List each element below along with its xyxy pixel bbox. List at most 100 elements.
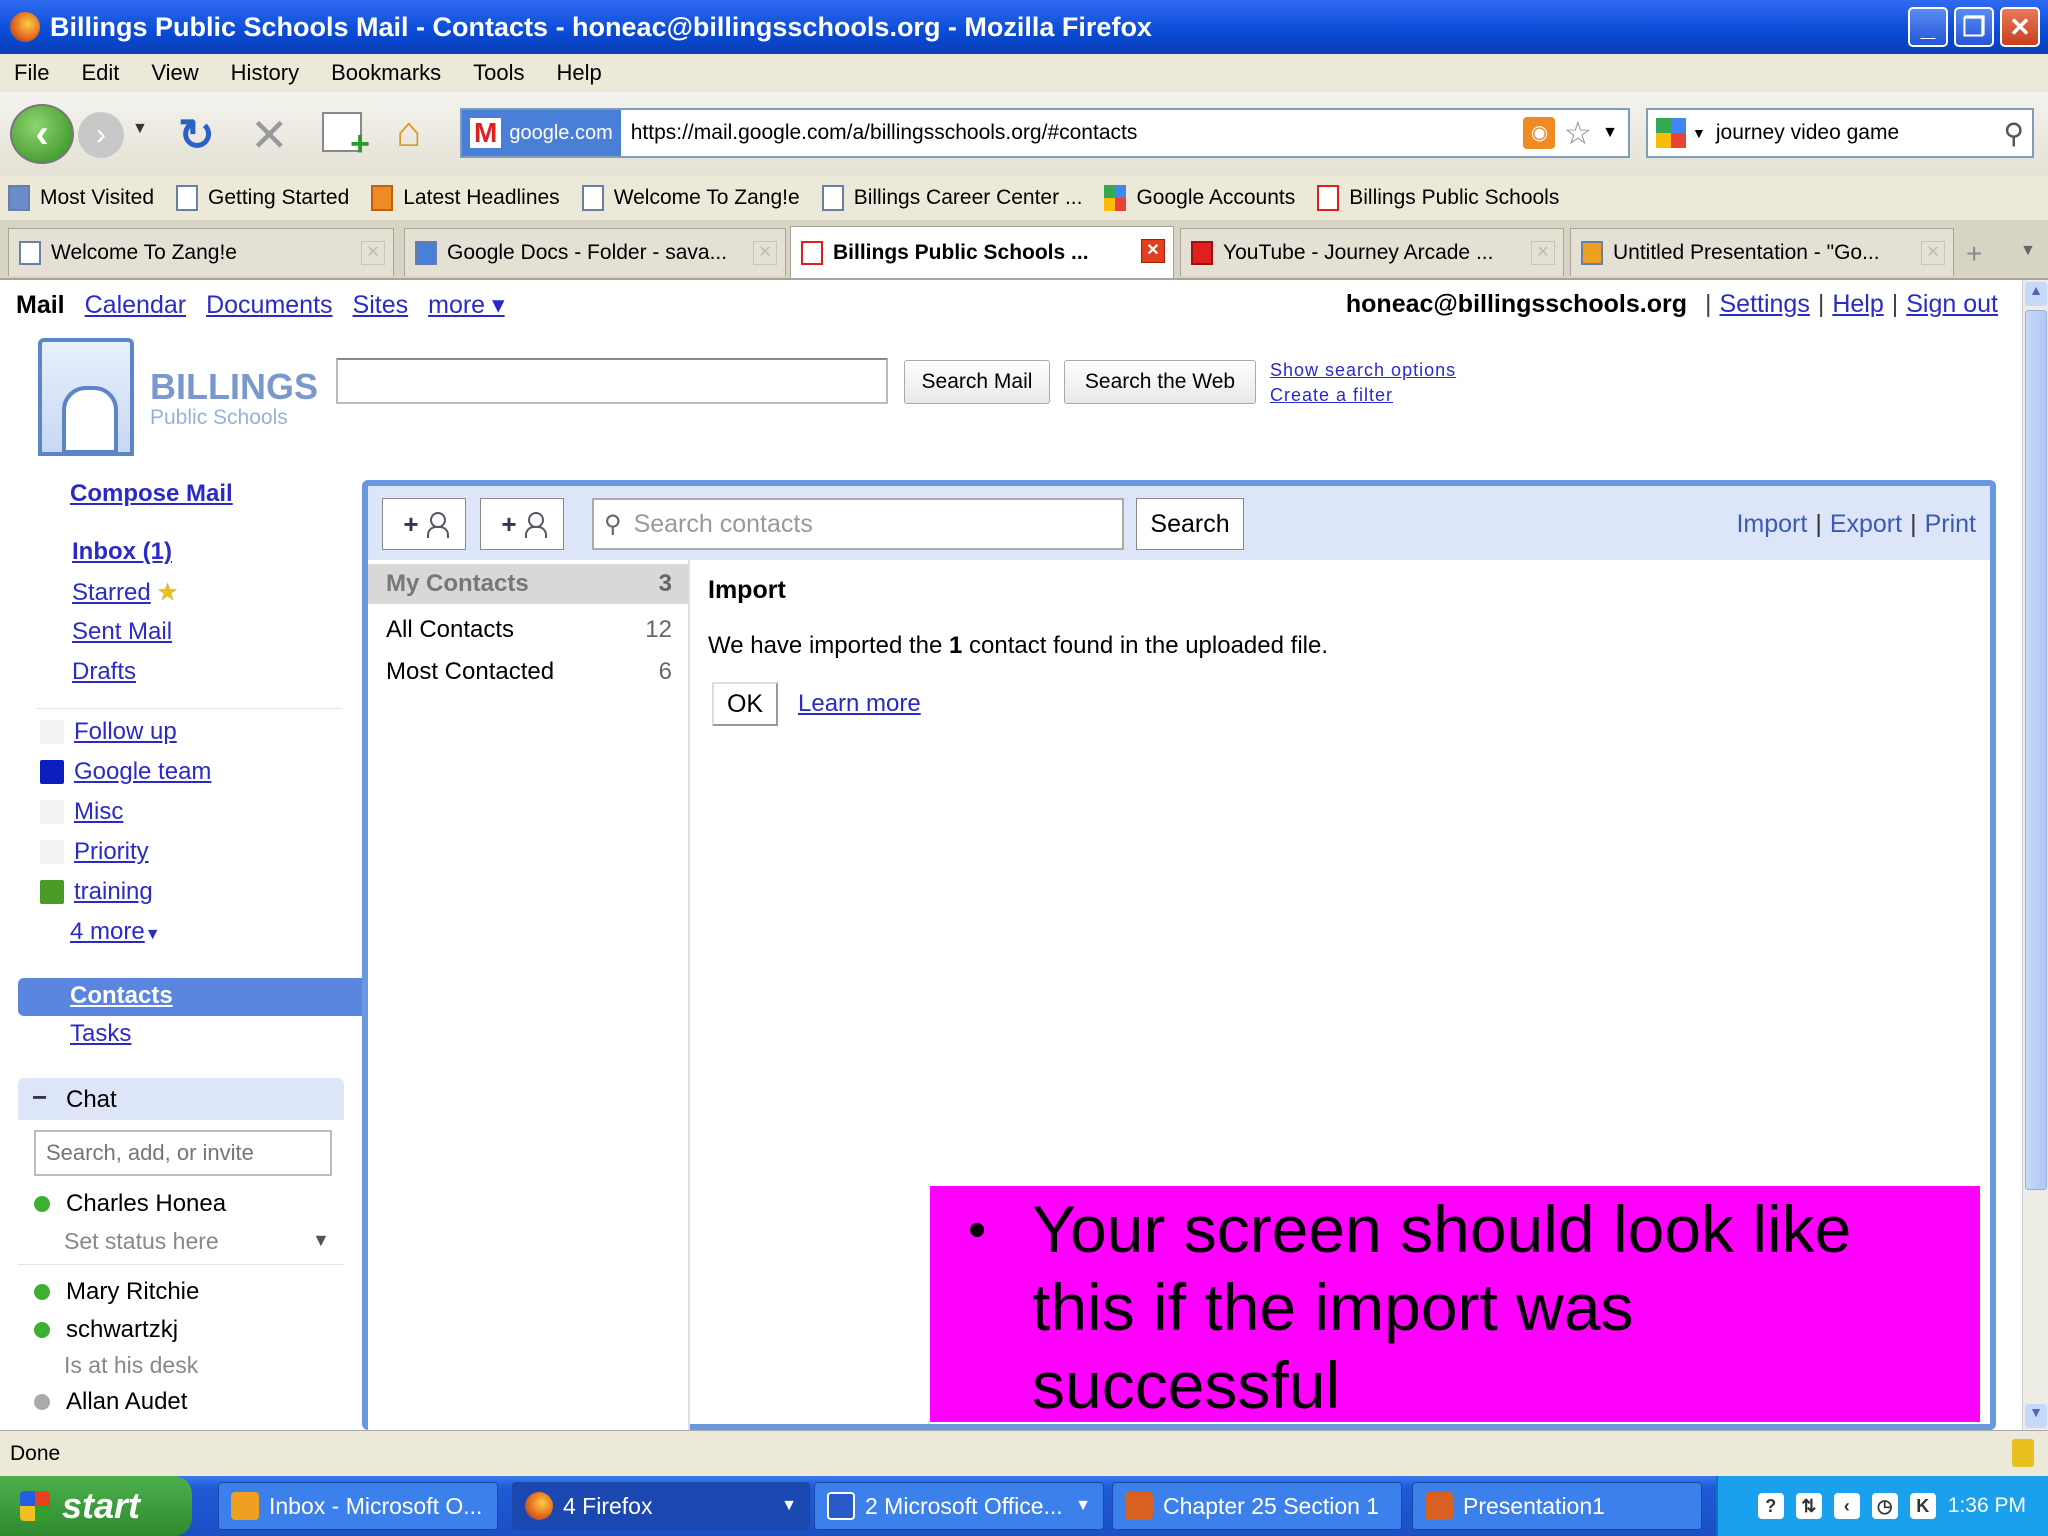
set-status[interactable]: Set status here [64, 1228, 219, 1255]
back-button[interactable]: ‹ [10, 104, 74, 164]
tab-close-icon[interactable]: ✕ [753, 241, 777, 265]
task-firefox[interactable]: 4 Firefox ▼ [512, 1482, 810, 1530]
add-group-button[interactable]: + [480, 498, 564, 550]
tasks-link[interactable]: Tasks [70, 1020, 131, 1048]
tab-presentation[interactable]: Untitled Presentation - "Go... ✕ [1570, 228, 1954, 276]
contacts-search-button[interactable]: Search [1136, 498, 1244, 550]
import-link[interactable]: Import [1736, 510, 1807, 539]
bookmark-getting-started[interactable]: Getting Started [176, 185, 349, 211]
forward-button[interactable]: › [78, 112, 124, 158]
chat-buddy[interactable]: schwartzkj [34, 1316, 178, 1344]
page-scrollbar[interactable]: ▲ ▼ [2022, 280, 2048, 1430]
home-icon[interactable]: ⌂ [396, 108, 421, 156]
web-search-box[interactable]: ▼ journey video game ⚲ [1646, 108, 2034, 158]
sign-out-link[interactable]: Sign out [1906, 290, 1998, 319]
minimize-button[interactable]: _ [1908, 7, 1948, 47]
search-mail-button[interactable]: Search Mail [904, 360, 1050, 404]
bookmark-career-center[interactable]: Billings Career Center ... [821, 185, 1082, 211]
contacts-nav-item[interactable]: Contacts [18, 978, 362, 1016]
tab-youtube[interactable]: YouTube - Journey Arcade ... ✕ [1180, 228, 1564, 276]
inbox-link[interactable]: Inbox (1) [72, 538, 172, 566]
task-presentation1[interactable]: Presentation1 [1412, 1482, 1702, 1530]
settings-link[interactable]: Settings [1719, 290, 1809, 319]
label-name[interactable]: training [74, 878, 153, 906]
restore-button[interactable]: ❐ [1954, 7, 1994, 47]
address-bar[interactable]: M google.com https://mail.google.com/a/b… [460, 108, 1630, 158]
nav-sites[interactable]: Sites [353, 291, 409, 320]
help-link[interactable]: Help [1832, 290, 1883, 319]
tab-close-icon[interactable]: ✕ [1141, 239, 1165, 263]
scroll-down-icon[interactable]: ▼ [2025, 1404, 2047, 1428]
tab-billings-mail[interactable]: Billings Public Schools ... ✕ [790, 226, 1174, 278]
window-title-bar[interactable]: Billings Public Schools Mail - Contacts … [0, 0, 2048, 54]
help-icon[interactable]: ? [1757, 1493, 1784, 1519]
bookmark-billings-public-schools[interactable]: Billings Public Schools [1317, 185, 1559, 211]
tab-list-dropdown-icon[interactable]: ▼ [2020, 242, 2036, 260]
label-priority[interactable]: Priority [40, 838, 149, 866]
chat-header[interactable]: − Chat [18, 1078, 344, 1120]
start-button[interactable]: start [0, 1476, 192, 1536]
scroll-up-icon[interactable]: ▲ [2025, 282, 2047, 306]
chat-buddy[interactable]: Allan Audet [34, 1388, 187, 1416]
menu-history[interactable]: History [231, 60, 299, 86]
group-my-contacts[interactable]: My Contacts 3 [368, 564, 688, 604]
bookmark-star-icon[interactable]: ☆ [1563, 114, 1592, 152]
create-filter-link[interactable]: Create a filter [1270, 383, 1456, 408]
chat-search-input[interactable] [34, 1130, 332, 1176]
bookmark-latest-headlines[interactable]: Latest Headlines [371, 185, 560, 211]
clock-app-icon[interactable]: ◷ [1871, 1493, 1898, 1519]
tab-close-icon[interactable]: ✕ [1921, 241, 1945, 265]
starred-link[interactable]: Starred [72, 579, 151, 606]
tab-zangle[interactable]: Welcome To Zang!e ✕ [8, 228, 394, 276]
scrollbar-thumb[interactable] [2025, 310, 2047, 1190]
url-dropdown-icon[interactable]: ▼ [1602, 124, 1618, 142]
url-text[interactable]: https://mail.google.com/a/billingsschool… [621, 121, 1524, 145]
menu-tools[interactable]: Tools [473, 60, 524, 86]
print-link[interactable]: Print [1925, 510, 1976, 539]
google-search-engine-icon[interactable] [1656, 118, 1686, 148]
bookmark-most-visited[interactable]: Most Visited [8, 185, 154, 211]
export-link[interactable]: Export [1830, 510, 1902, 539]
task-outlook[interactable]: Inbox - Microsoft O... [218, 1482, 498, 1530]
task-chapter-25[interactable]: Chapter 25 Section 1 [1112, 1482, 1402, 1530]
clock[interactable]: 1:36 PM [1948, 1494, 2026, 1518]
stop-icon[interactable]: ✕ [250, 108, 289, 162]
contacts-search-input[interactable]: ⚲ Search contacts [592, 498, 1124, 550]
group-most-contacted[interactable]: Most Contacted 6 [368, 652, 688, 692]
menu-file[interactable]: File [14, 60, 49, 86]
search-icon[interactable]: ⚲ [2003, 117, 2024, 150]
contacts-link[interactable]: Contacts [70, 982, 173, 1010]
network-icon[interactable]: ⇅ [1795, 1493, 1822, 1519]
label-name[interactable]: Priority [74, 838, 149, 866]
label-name[interactable]: Follow up [74, 718, 177, 746]
collapse-icon[interactable]: − [32, 1082, 47, 1113]
tab-google-docs[interactable]: Google Docs - Folder - sava... ✕ [404, 228, 786, 276]
menu-help[interactable]: Help [557, 60, 602, 86]
tab-close-icon[interactable]: ✕ [361, 241, 385, 265]
label-google-team[interactable]: Google team [40, 758, 211, 786]
menu-view[interactable]: View [151, 60, 198, 86]
nav-calendar[interactable]: Calendar [85, 291, 186, 320]
rss-feed-icon[interactable]: ◉ [1523, 117, 1556, 149]
label-follow-up[interactable]: Follow up [40, 718, 177, 746]
history-dropdown-icon[interactable]: ▼ [132, 120, 148, 138]
ok-button[interactable]: OK [712, 682, 778, 726]
bookmark-zangle[interactable]: Welcome To Zang!e [581, 185, 800, 211]
add-contact-button[interactable]: + [382, 498, 466, 550]
more-labels-link[interactable]: 4 more [70, 918, 145, 945]
status-dropdown-icon[interactable]: ▼ [312, 1230, 330, 1251]
web-search-value[interactable]: journey video game [1716, 121, 1899, 145]
group-all-contacts[interactable]: All Contacts 12 [368, 610, 688, 650]
show-search-options-link[interactable]: Show search options [1270, 358, 1456, 383]
more-labels[interactable]: 4 more▼ [70, 918, 161, 946]
sent-mail-link[interactable]: Sent Mail [72, 618, 172, 646]
nav-more[interactable]: more ▾ [428, 290, 504, 320]
reload-icon[interactable]: ↻ [178, 110, 215, 161]
label-name[interactable]: Misc [74, 798, 123, 826]
tab-close-icon[interactable]: ✕ [1531, 241, 1555, 265]
mail-search-input[interactable] [336, 358, 888, 404]
billings-logo[interactable]: BILLINGS Public Schools [38, 338, 318, 458]
drafts-link[interactable]: Drafts [72, 658, 136, 686]
antivirus-icon[interactable]: K [1909, 1493, 1936, 1519]
bookmark-google-accounts[interactable]: Google Accounts [1104, 185, 1295, 211]
